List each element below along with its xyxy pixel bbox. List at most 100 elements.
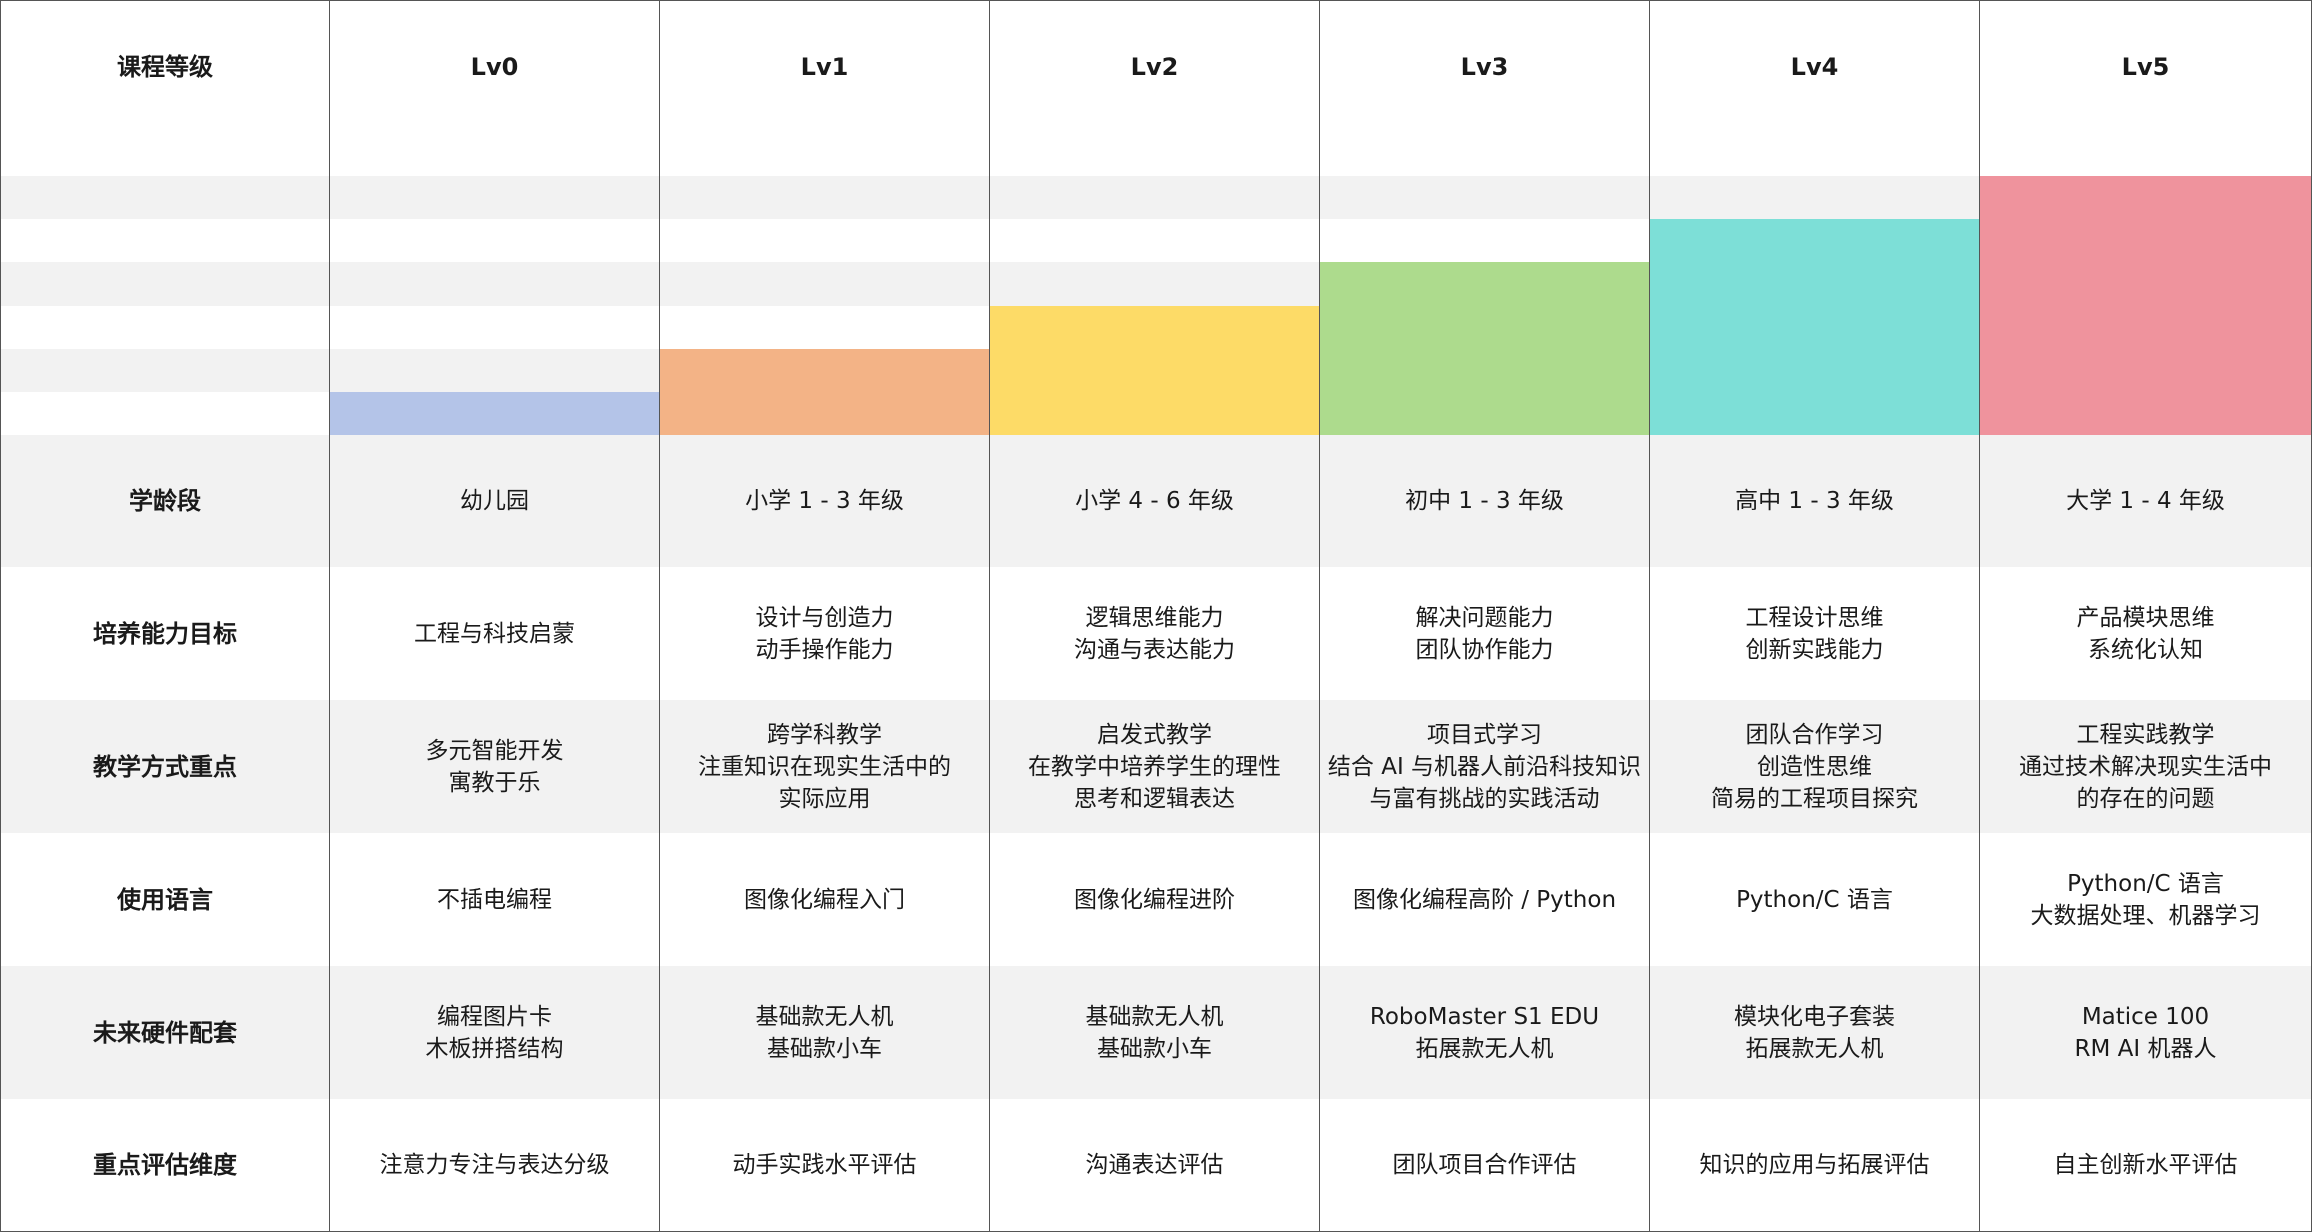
bar-cell-lv3 [1320,133,1650,435]
table-cell: 工程实践教学 通过技术解决现实生活中 的存在的问题 [1980,700,2312,833]
level-header-lv2: Lv2 [990,1,1320,133]
table-cell: 初中 1 - 3 年级 [1320,435,1650,567]
row-language: 使用语言 不插电编程 图像化编程入门 图像化编程进阶 图像化编程高阶 / Python P… [0,833,2312,966]
bar-cell-lv0 [330,133,660,435]
level-bar-lv1 [660,348,989,435]
row-age-stage: 学龄段 幼儿园 小学 1 - 3 年级 小学 4 - 6 年级 初中 1 - 3 年级 高… [0,435,2312,567]
bar-cell-lv2 [990,133,1320,435]
table-cell: 多元智能开发 寓教于乐 [330,700,660,833]
cell-text-line: 系统化认知 [2088,636,2203,663]
cell-text-line: 工程设计思维 [1745,604,1884,631]
table-cell: 产品模块思维 系统化认知 [1980,567,2312,700]
cell-text-line: 解决问题能力 [1415,604,1554,631]
cell-text-line: 团队项目合作评估 [1392,1152,1577,1178]
cell-text-line: 注意力专注与表达分级 [379,1152,610,1178]
cell-text-line: 简易的工程项目探究 [1711,785,1918,812]
cell-text-line: 团队协作能力 [1415,636,1554,663]
table-cell: 图像化编程进阶 [990,833,1320,966]
table-cell: 工程与科技启蒙 [330,567,660,700]
cell-text-line: Matice 100 [2081,1003,2210,1030]
bar-cell-lv1 [660,133,990,435]
table-cell: Python/C 语言大数据处理、机器学习 [1980,833,2312,966]
level-header-lv3: Lv3 [1320,1,1650,133]
cell-text-line: 思考和逻辑表达 [1074,785,1235,812]
cell-text-line: 设计与创造力 [755,604,894,631]
level-bar-lv3 [1320,262,1649,435]
cell-text-line: 产品模块思维 [2076,604,2215,631]
table-cell: 模块化电子套装 拓展款无人机 [1650,966,1980,1099]
table-cell: 图像化编程入门 [660,833,990,966]
table-cell: 注意力专注与表达分级 [330,1099,660,1231]
cell-text-line: 启发式教学 [1097,721,1212,748]
header-row: 课程等级 Lv0 Lv1 Lv2 Lv3 Lv4 Lv5 [0,0,2312,133]
level-header-lv4: Lv4 [1650,1,1980,133]
table-cell: 大学 1 - 4 年级 [1980,435,2312,567]
row-label: 使用语言 [0,833,330,966]
level-header-lv5: Lv5 [1980,1,2312,133]
table-cell: 逻辑思维能力 沟通与表达能力 [990,567,1320,700]
cell-text-line: 通过技术解决现实生活中 [2019,753,2272,780]
table-cell: Python/C 语言 [1650,833,1980,966]
table-cell: 高中 1 - 3 年级 [1650,435,1980,567]
cell-text-line: 大学 1 - 4 年级 [2066,488,2225,514]
cell-text-line: 大数据处理、机器学习 [2030,902,2261,929]
table-cell: 自主创新水平评估 [1980,1099,2312,1231]
row-teaching-method: 教学方式重点 多元智能开发 寓教于乐 跨学科教学 注重知识在现实生活中的 实际应用 启发式教… [0,700,2312,833]
row-label: 培养能力目标 [0,567,330,700]
cell-text-line: 基础款无人机 [755,1003,894,1030]
cell-text-line: 结合 AI 与机器人前沿科技知识 [1327,753,1642,780]
table-cell: 工程设计思维 创新实践能力 [1650,567,1980,700]
cell-text-line: 工程与科技启蒙 [414,620,575,647]
table-cell: Matice 100 RM AI 机器人 [1980,966,2312,1099]
table-cell: 跨学科教学 注重知识在现实生活中的 实际应用 [660,700,990,833]
row-label: 重点评估维度 [0,1099,330,1231]
cell-text-line: 小学 4 - 6 年级 [1075,488,1234,514]
cell-text-line: RoboMaster S1 EDU [1369,1003,1600,1030]
table-cell: 项目式学习 结合 AI 与机器人前沿科技知识 与富有挑战的实践活动 [1320,700,1650,833]
row-label: 学龄段 [0,435,330,567]
table-cell: 小学 4 - 6 年级 [990,435,1320,567]
table-cell: 知识的应用与拓展评估 [1650,1099,1980,1231]
cell-text-line: 项目式学习 [1427,721,1542,748]
cell-text-line: 幼儿园 [460,488,529,514]
curriculum-table: 课程等级 Lv0 Lv1 Lv2 Lv3 Lv4 Lv5 学龄段 幼儿园 小学 1 … [0,0,2312,1232]
bars-label-cell [0,133,330,435]
table-cell: 动手实践水平评估 [660,1099,990,1231]
cell-text-line: 拓展款无人机 [1745,1035,1884,1062]
cell-text-line: 基础款小车 [1097,1035,1212,1062]
level-bar-lv2 [990,305,1319,435]
cell-text-line: 团队合作学习 [1745,721,1884,748]
bar-cell-lv4 [1650,133,1980,435]
cell-text-line: 沟通与表达能力 [1074,636,1235,663]
cell-text-line: 知识的应用与拓展评估 [1699,1152,1930,1178]
row-label: 教学方式重点 [0,700,330,833]
cell-text-line: 动手操作能力 [755,636,894,663]
cell-text-line: Python/C 语言 [2067,870,2224,897]
row-ability-goal: 培养能力目标 工程与科技启蒙 设计与创造力 动手操作能力 逻辑思维能力 沟通与表达能力 解决… [0,567,2312,700]
cell-text-line: Python/C 语言 [1736,886,1893,913]
table-cell: 幼儿园 [330,435,660,567]
table-cell: 设计与创造力 动手操作能力 [660,567,990,700]
cell-text-line: 工程实践教学 [2076,721,2215,748]
level-bar-lv0 [330,391,659,435]
cell-text-line: 在教学中培养学生的理性 [1028,753,1281,780]
cell-text-line: 逻辑思维能力 [1085,604,1224,631]
cell-text-line: 注重知识在现实生活中的 [698,753,951,780]
table-cell: 团队合作学习 创造性思维简易的工程项目探究 [1650,700,1980,833]
header-label: 课程等级 [0,1,330,133]
cell-text-line: 图像化编程入门 [744,886,905,913]
level-header-lv1: Lv1 [660,1,990,133]
cell-text-line: 创造性思维 [1757,753,1872,780]
level-bar-lv4 [1650,219,1979,435]
level-bars-row [0,133,2312,435]
table-cell: 不插电编程 [330,833,660,966]
cell-text-line: 动手实践水平评估 [732,1152,917,1178]
cell-text-line: 编程图片卡 [437,1003,552,1030]
cell-text-line: 图像化编程进阶 [1074,886,1235,913]
cell-text-line: 模块化电子套装 [1734,1003,1895,1030]
cell-text-line: 创新实践能力 [1745,636,1884,663]
cell-text-line: 不插电编程 [437,886,552,913]
cell-text-line: 图像化编程高阶 / Python [1352,886,1617,913]
cell-text-line: 基础款小车 [767,1035,882,1062]
table-cell: 基础款无人机 基础款小车 [990,966,1320,1099]
